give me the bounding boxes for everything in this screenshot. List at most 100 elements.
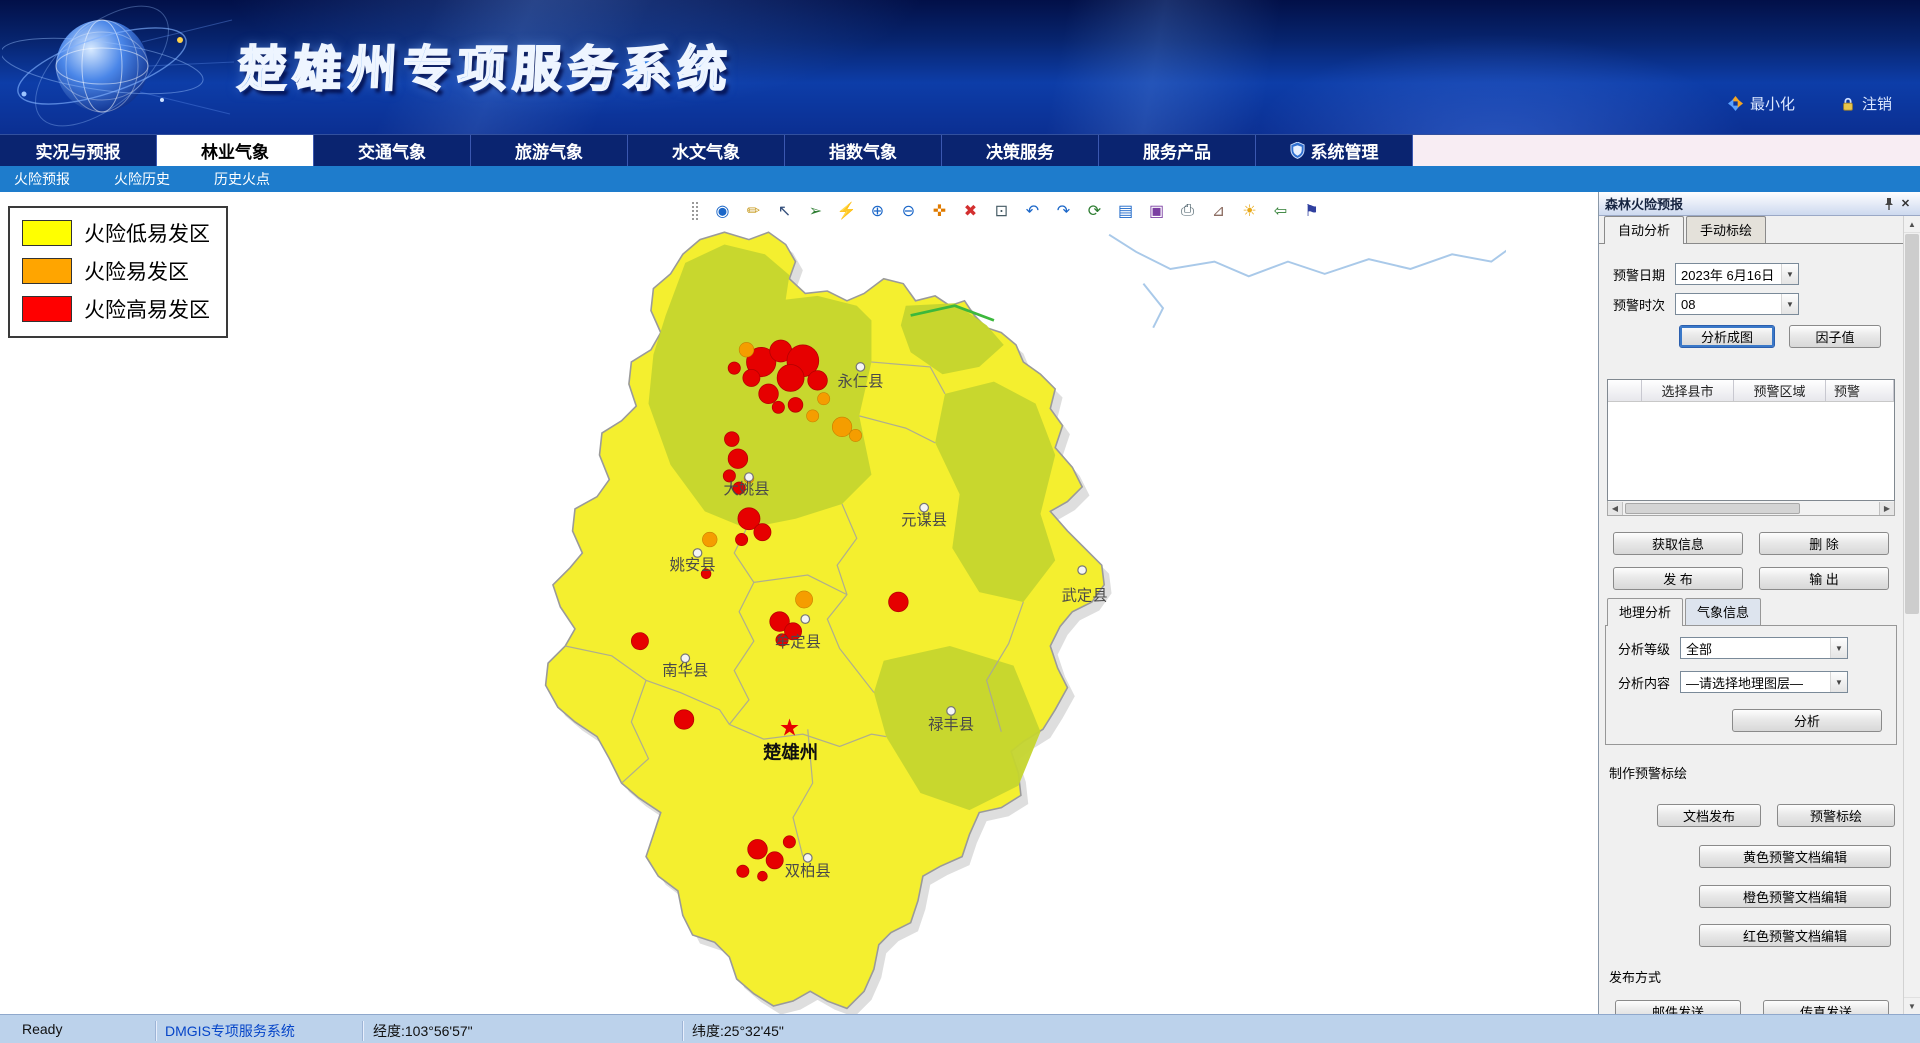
tab-system-management[interactable]: 系统管理 xyxy=(1256,135,1413,166)
status-latitude: 纬度:25°32'45" xyxy=(692,1021,784,1041)
tab-index-weather[interactable]: 指数气象 xyxy=(785,135,942,166)
previous-extent-icon[interactable]: ↶ xyxy=(1022,200,1043,221)
tab-weather-info[interactable]: 气象信息 xyxy=(1685,598,1761,625)
legend-row-low: 火险低易发区 xyxy=(22,218,210,248)
next-extent-icon[interactable]: ↷ xyxy=(1053,200,1074,221)
status-divider xyxy=(362,1021,363,1041)
county-label-yongren: 永仁县 xyxy=(837,374,883,391)
logout-button[interactable]: 注销 xyxy=(1841,93,1892,114)
warning-date-select[interactable]: 2023年 6月16日 ▼ xyxy=(1675,263,1799,285)
forest-fire-panel: 森林火险预报 ✕ 自动分析 手动标绘 预警日期 2023年 6月16日 xyxy=(1598,192,1920,1014)
county-label-shuangbai: 双柏县 xyxy=(785,863,831,880)
scroll-up-icon[interactable]: ▲ xyxy=(1904,216,1920,233)
tab-geo-analysis[interactable]: 地理分析 xyxy=(1607,598,1683,626)
table-horizontal-scrollbar[interactable]: ◀ ▶ xyxy=(1607,501,1895,516)
table-header-region[interactable]: 预警区域 xyxy=(1734,380,1826,401)
analyze-map-button[interactable]: 分析成图 xyxy=(1679,325,1775,348)
output-button[interactable]: 输 出 xyxy=(1759,567,1889,590)
panel-vertical-scrollbar[interactable]: ▲ ▼ xyxy=(1903,216,1920,1014)
map-toolbar: ◉ ✏ ↖ ➢ ⚡ ⊕ ⊖ ✜ ✖ ⊡ ↶ ↷ ⟳ ▤ ▣ ⎙ ⊿ ☀ ⇦ ⚑ xyxy=(692,200,1322,221)
status-divider xyxy=(155,1021,156,1041)
warning-time-select[interactable]: 08 ▼ xyxy=(1675,293,1799,315)
tab-hydro-weather[interactable]: 水文气象 xyxy=(628,135,785,166)
scroll-down-icon[interactable]: ▼ xyxy=(1904,997,1920,1014)
tab-live-forecast[interactable]: 实况与预报 xyxy=(0,135,157,166)
analyze-button[interactable]: 分析 xyxy=(1732,709,1882,732)
warning-table-body[interactable] xyxy=(1608,402,1894,501)
scroll-right-icon[interactable]: ▶ xyxy=(1879,502,1894,515)
globe-icon[interactable]: ◉ xyxy=(712,200,733,221)
subtab-fire-risk-forecast[interactable]: 火险预报 xyxy=(14,169,70,189)
tab-service-products[interactable]: 服务产品 xyxy=(1099,135,1256,166)
yellow-warning-doc-button[interactable]: 黄色预警文档编辑 xyxy=(1699,845,1891,868)
legend-swatch-low xyxy=(22,220,72,246)
legend-swatch-high xyxy=(22,296,72,322)
refresh-icon[interactable]: ⟳ xyxy=(1084,200,1105,221)
zoom-out-icon[interactable]: ⊖ xyxy=(898,200,919,221)
toolbar-drag-handle[interactable] xyxy=(692,202,698,220)
sub-nav: 火险预报 火险历史 历史火点 xyxy=(0,166,1920,192)
chart-icon[interactable]: ▤ xyxy=(1115,200,1136,221)
tab-forestry-weather[interactable]: 林业气象 xyxy=(157,135,314,166)
image-icon[interactable]: ▣ xyxy=(1146,200,1167,221)
identify-cursor-icon[interactable]: ↖ xyxy=(774,200,795,221)
legend-label-low: 火险低易发区 xyxy=(84,218,210,248)
tab-tourism-weather[interactable]: 旅游气象 xyxy=(471,135,628,166)
warning-plot-button[interactable]: 预警标绘 xyxy=(1777,804,1895,827)
email-send-button[interactable]: 邮件发送 xyxy=(1615,1000,1741,1014)
subtab-historical-fire-points[interactable]: 历史火点 xyxy=(214,169,270,189)
publish-button[interactable]: 发 布 xyxy=(1613,567,1743,590)
tab-auto-analysis[interactable]: 自动分析 xyxy=(1604,216,1684,244)
send-buttons-row: 邮件发送 传真发送 xyxy=(1615,1000,1903,1014)
county-label-wuding: 武定县 xyxy=(1062,588,1108,605)
warning-table: 选择县市 预警区域 预警 xyxy=(1607,379,1895,501)
analysis-level-row: 分析等级 全部 ▼ xyxy=(1618,636,1884,660)
stop-icon[interactable]: ✖ xyxy=(960,200,981,221)
table-header-county[interactable]: 选择县市 xyxy=(1642,380,1734,401)
full-extent-icon[interactable]: ⊡ xyxy=(991,200,1012,221)
select-arrow-icon[interactable]: ➢ xyxy=(805,200,826,221)
fax-send-button[interactable]: 传真发送 xyxy=(1763,1000,1889,1014)
tab-manual-plot[interactable]: 手动标绘 xyxy=(1686,216,1766,243)
analysis-content-select[interactable]: —请选择地理图层— ▼ xyxy=(1680,671,1848,693)
pencil-icon[interactable]: ✏ xyxy=(743,200,764,221)
table-header-warning[interactable]: 预警 xyxy=(1826,380,1894,401)
tab-traffic-weather[interactable]: 交通气象 xyxy=(314,135,471,166)
tab-decision-service[interactable]: 决策服务 xyxy=(942,135,1099,166)
county-label-dayao: 大姚县 xyxy=(724,481,770,498)
vertical-scroll-thumb[interactable] xyxy=(1905,234,1919,614)
pin-icon[interactable] xyxy=(1880,195,1897,212)
globe-logo-icon xyxy=(2,2,234,134)
status-system-link[interactable]: DMGIS专项服务系统 xyxy=(165,1021,295,1041)
close-icon[interactable]: ✕ xyxy=(1897,195,1914,212)
main-nav: 实况与预报 林业气象 交通气象 旅游气象 水文气象 指数气象 决策服务 服务产品… xyxy=(0,135,1920,166)
panel-tabs: 自动分析 手动标绘 xyxy=(1599,218,1903,244)
orange-warning-doc-button[interactable]: 橙色预警文档编辑 xyxy=(1699,885,1891,908)
factor-value-button[interactable]: 因子值 xyxy=(1789,325,1881,348)
back-icon[interactable]: ⇦ xyxy=(1270,200,1291,221)
fire-risk-map[interactable]: 永仁县 大姚县 元谋县 姚安县 武定县 南华县 牟定县 禄丰县 双柏县 ★ 楚雄… xyxy=(526,220,1506,1014)
map-area[interactable]: 火险低易发区 火险易发区 火险高易发区 ◉ ✏ ↖ ➢ ⚡ ⊕ xyxy=(0,192,1598,1014)
delete-button[interactable]: 删 除 xyxy=(1759,532,1889,555)
hotlink-icon[interactable]: ⚡ xyxy=(836,200,857,221)
red-warning-doc-button[interactable]: 红色预警文档编辑 xyxy=(1699,924,1891,947)
bulb-icon[interactable]: ☀ xyxy=(1239,200,1260,221)
panel-title: 森林火险预报 xyxy=(1605,194,1880,213)
rivers xyxy=(1109,225,1506,328)
minimize-button[interactable]: 最小化 xyxy=(1728,93,1795,114)
tab-system-management-label: 系统管理 xyxy=(1311,138,1379,163)
get-info-button[interactable]: 获取信息 xyxy=(1613,532,1743,555)
scroll-left-icon[interactable]: ◀ xyxy=(1608,502,1623,515)
zoom-in-icon[interactable]: ⊕ xyxy=(867,200,888,221)
table-header-blank[interactable] xyxy=(1608,380,1642,401)
subtab-fire-risk-history[interactable]: 火险历史 xyxy=(114,169,170,189)
legend-label-mid: 火险易发区 xyxy=(84,256,189,286)
horizontal-scroll-thumb[interactable] xyxy=(1625,503,1800,514)
measure-icon[interactable]: ⊿ xyxy=(1208,200,1229,221)
pan-icon[interactable]: ✜ xyxy=(929,200,950,221)
legend-row-high: 火险高易发区 xyxy=(22,294,210,324)
analysis-level-select[interactable]: 全部 ▼ xyxy=(1680,637,1848,659)
print-icon[interactable]: ⎙ xyxy=(1177,200,1198,221)
doc-publish-button[interactable]: 文档发布 xyxy=(1657,804,1761,827)
layers-flag-icon[interactable]: ⚑ xyxy=(1301,200,1322,221)
